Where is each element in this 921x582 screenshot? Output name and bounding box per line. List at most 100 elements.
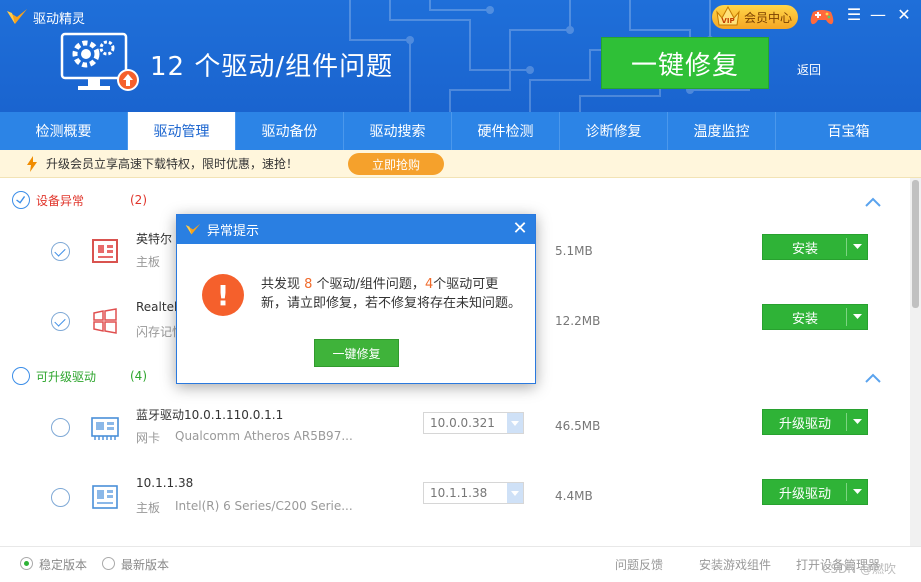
vip-label: 会员中心 (743, 10, 792, 25)
scrollbar-thumb[interactable] (912, 180, 919, 308)
windows-icon (93, 308, 117, 334)
tab-bar: 检测概要 驱动管理 驱动备份 驱动搜索 硬件检测 诊断修复 温度监控 百宝箱 (0, 112, 921, 150)
alert-dialog: 异常提示 ✕ ! 共发现 8 个驱动/组件问题，4个驱动可更新，请立即修复，若不… (176, 214, 536, 384)
vip-center-button[interactable]: VIP 会员中心 (712, 5, 798, 29)
install-game-components-link[interactable]: 安装游戏组件 (699, 556, 771, 573)
msg-prefix: 共发现 (261, 277, 305, 292)
logo-icon (7, 9, 27, 24)
menu-icon[interactable]: ☰ (845, 6, 863, 24)
motherboard-icon (92, 239, 118, 263)
tab-driver-management[interactable]: 驱动管理 (128, 112, 236, 150)
app-logo: 驱动精灵 (6, 6, 85, 28)
stable-version-label: 稳定版本 (39, 558, 88, 572)
tab-driver-backup[interactable]: 驱动备份 (236, 112, 344, 150)
driver-name: 蓝牙驱动10.0.1.110.0.1.1 (136, 408, 284, 422)
header: 驱动精灵 VIP 会员中心 ☰ — ✕ 12 个驱动/组件问题 一键修复 返回 (0, 0, 921, 112)
buy-now-button[interactable]: 立即抢购 (348, 153, 444, 175)
lightning-icon (27, 155, 37, 172)
update-count: 4 (424, 277, 434, 292)
latest-version-radio[interactable] (102, 557, 115, 570)
section-abnormal-count: (2) (130, 193, 147, 207)
fix-all-button[interactable]: 一键修复 (601, 37, 769, 89)
feedback-link[interactable]: 问题反馈 (615, 556, 663, 573)
msg-mid: 个驱动/组件问题， (312, 277, 425, 292)
row-checkbox[interactable] (51, 242, 70, 261)
driver-category: 主板 (136, 501, 161, 515)
tab-toolbox[interactable]: 百宝箱 (776, 112, 921, 150)
dialog-message: 共发现 8 个驱动/组件问题，4个驱动可更新，请立即修复，若不修复将存在未知问题… (261, 275, 523, 313)
issue-title: 12 个驱动/组件问题 (150, 52, 394, 82)
row-checkbox[interactable] (51, 418, 70, 437)
driver-genius-window: 驱动精灵 VIP 会员中心 ☰ — ✕ 12 个驱动/组件问题 一键修复 返回 … (0, 0, 921, 582)
row-checkbox[interactable] (51, 488, 70, 507)
dialog-header: 异常提示 ✕ (177, 215, 535, 244)
dialog-close-button[interactable]: ✕ (511, 220, 529, 238)
logo-icon (185, 223, 201, 235)
driver-name: 10.1.1.38 (136, 476, 194, 490)
network-card-icon (91, 417, 119, 440)
tab-diagnose-repair[interactable]: 诊断修复 (560, 112, 668, 150)
driver-description: Qualcomm Atheros AR5B97... (175, 429, 353, 443)
version-value: 10.1.1.38 (430, 486, 488, 500)
driver-description: Intel(R) 6 Series/C200 Serie... (175, 499, 353, 513)
upgrade-button-label: 升级驱动 (778, 486, 831, 502)
footer: 稳定版本 最新版本 问题反馈 安装游戏组件 打开设备管理器 CSDN @燃吹 (0, 546, 921, 582)
chevron-down-icon[interactable] (846, 483, 867, 501)
promo-bar: 升级会员立享高速下载特权，限时优惠，速抢！ 立即抢购 (0, 150, 921, 178)
upgrade-button[interactable]: 升级驱动 (762, 479, 868, 505)
dialog-fix-button[interactable]: 一键修复 (314, 339, 399, 367)
driver-size: 4.4MB (555, 489, 593, 503)
section-upgradable-title: 可升级驱动 (36, 369, 97, 384)
vip-crown-icon: VIP (716, 5, 740, 26)
driver-size: 12.2MB (555, 314, 601, 328)
vertical-scrollbar[interactable] (910, 178, 921, 546)
version-value: 10.0.0.321 (430, 416, 495, 430)
driver-row[interactable]: 蓝牙驱动10.0.1.110.0.1.1 网卡 Qualcomm Atheros… (0, 394, 910, 464)
driver-size: 46.5MB (555, 419, 601, 433)
section-abnormal-checkbox[interactable] (12, 191, 30, 209)
watermark: CSDN @燃吹 (822, 562, 897, 576)
driver-category: 网卡 (136, 431, 161, 445)
version-select[interactable]: 10.1.1.38 (423, 482, 524, 504)
section-abnormal-title: 设备异常 (36, 193, 85, 208)
row-checkbox[interactable] (51, 312, 70, 331)
monitor-gear-icon (60, 32, 139, 91)
install-button[interactable]: 安装 (762, 234, 868, 260)
gamepad-icon[interactable] (808, 3, 836, 29)
section-abnormal[interactable]: 设备异常 (2) (0, 184, 910, 216)
upgrade-button[interactable]: 升级驱动 (762, 409, 868, 435)
dialog-title: 异常提示 (207, 224, 260, 239)
driver-name: 英特尔 (136, 232, 173, 246)
latest-version-label: 最新版本 (121, 558, 170, 572)
chevron-down-icon[interactable] (507, 483, 523, 503)
section-upgradable-count: (4) (130, 369, 147, 383)
install-button-label: 安装 (791, 311, 818, 327)
chevron-down-icon[interactable] (846, 413, 867, 431)
tab-temperature[interactable]: 温度监控 (668, 112, 776, 150)
tab-driver-search[interactable]: 驱动搜索 (344, 112, 452, 150)
chipset-icon (92, 485, 118, 509)
chevron-down-icon[interactable] (507, 413, 523, 433)
driver-row[interactable]: 10.1.1.38 主板 Intel(R) 6 Series/C200 Seri… (0, 464, 910, 534)
version-select[interactable]: 10.0.0.321 (423, 412, 524, 434)
close-button[interactable]: ✕ (895, 6, 913, 24)
driver-size: 5.1MB (555, 244, 593, 258)
collapse-icon[interactable] (864, 196, 882, 208)
app-title: 驱动精灵 (33, 11, 86, 27)
chevron-down-icon[interactable] (846, 308, 867, 326)
driver-category: 主板 (136, 255, 161, 269)
install-button[interactable]: 安装 (762, 304, 868, 330)
chevron-down-icon[interactable] (846, 238, 867, 256)
stable-version-radio[interactable] (20, 557, 33, 570)
minimize-button[interactable]: — (869, 6, 887, 24)
install-button-label: 安装 (791, 241, 818, 257)
promo-text: 升级会员立享高速下载特权，限时优惠，速抢！ (46, 157, 299, 171)
tab-overview[interactable]: 检测概要 (0, 112, 128, 150)
section-upgradable-checkbox[interactable] (12, 367, 30, 385)
tab-hardware-detect[interactable]: 硬件检测 (452, 112, 560, 150)
warning-icon: ! (202, 274, 244, 316)
back-link[interactable]: 返回 (797, 61, 821, 78)
collapse-icon[interactable] (864, 372, 882, 384)
driver-name: Realtek (136, 300, 181, 314)
upgrade-button-label: 升级驱动 (778, 416, 831, 432)
